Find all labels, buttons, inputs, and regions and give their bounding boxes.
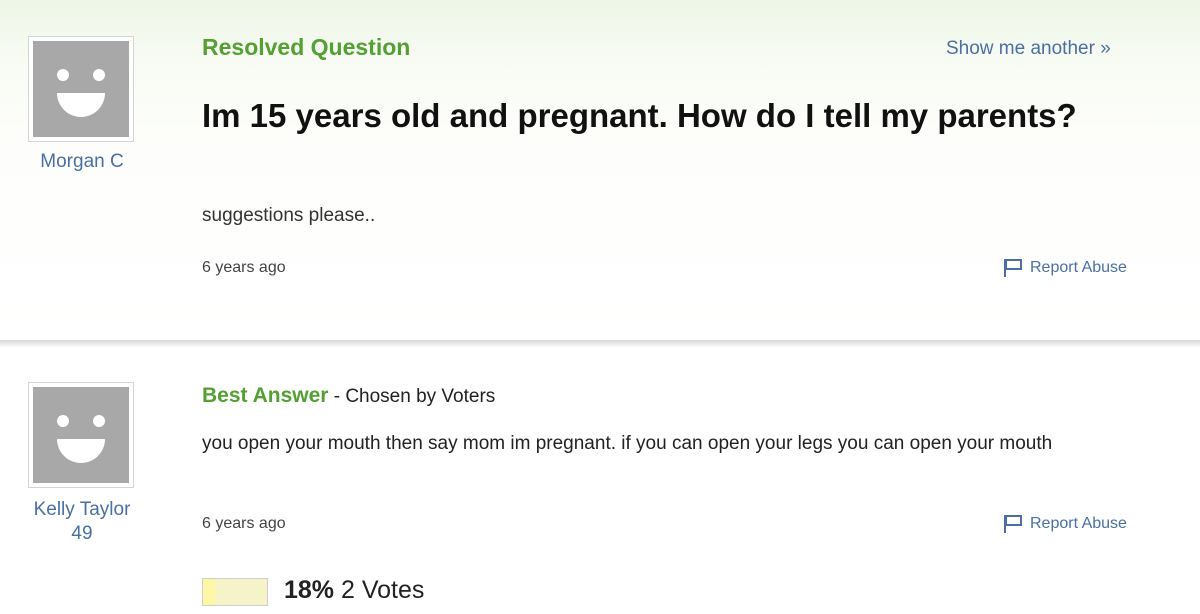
vote-progress-bar [202,578,268,606]
answer-report-abuse-link[interactable]: Report Abuse [1002,514,1127,534]
report-abuse-label: Report Abuse [1030,515,1127,532]
answerer-points: 49 [71,523,93,544]
chosen-by-voters: - Chosen by Voters [328,386,496,407]
vote-progress-fill [203,579,215,605]
avatar-eye-right [93,415,105,427]
section-divider [0,340,1200,348]
answer-text: you open your mouth then say mom im preg… [202,433,1053,454]
resolved-question-heading: Resolved Question [202,34,411,60]
answer-timestamp: 6 years ago [202,515,286,532]
answerer-avatar[interactable] [28,382,134,488]
flag-icon [1004,259,1022,277]
report-abuse-label: Report Abuse [1030,259,1127,276]
vote-percent: 18% [284,576,335,604]
asker-avatar[interactable] [28,36,134,142]
question-title: Im 15 years old and pregnant. How do I t… [202,97,1077,134]
default-avatar-icon [33,41,129,137]
show-another-link[interactable]: Show me another » [946,38,1111,60]
best-answer-label: Best Answer [202,384,329,407]
answerer-name[interactable]: Kelly Taylor [8,498,156,521]
vote-summary: 18% 2 Votes [284,576,424,605]
asker-name[interactable]: Morgan C [20,150,144,173]
flag-icon [1004,515,1022,533]
avatar-mouth [57,93,105,117]
default-avatar-icon [33,387,129,483]
avatar-eye-right [93,69,105,81]
question-report-abuse-link[interactable]: Report Abuse [1002,258,1127,278]
avatar-eye-left [57,415,69,427]
avatar-mouth [57,439,105,463]
question-detail: suggestions please.. [202,205,376,226]
best-answer-heading: Best Answer - Chosen by Voters [202,384,495,408]
vote-count: 2 Votes [341,576,425,604]
avatar-eye-left [57,69,69,81]
question-timestamp: 6 years ago [202,259,286,276]
